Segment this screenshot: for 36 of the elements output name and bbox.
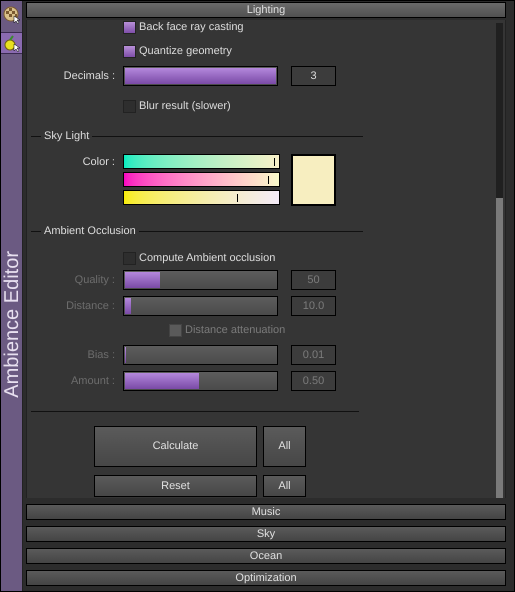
color-label: Color :: [82, 155, 115, 170]
color-slider[interactable]: [123, 190, 280, 205]
group-title: Ambient Occlusion: [43, 224, 137, 239]
checkbox[interactable]: [123, 44, 136, 58]
checkered-ball-icon: [2, 6, 20, 24]
checkbox[interactable]: [123, 20, 136, 34]
slider-label: Decimals :: [62, 68, 115, 84]
sidebar-tab[interactable]: [1, 32, 22, 54]
sidebar-tab[interactable]: [1, 4, 22, 26]
slider-track[interactable]: [123, 270, 278, 290]
section-header[interactable]: Ocean: [26, 548, 506, 564]
action-button[interactable]: Reset: [94, 475, 257, 497]
all-button[interactable]: All: [263, 475, 306, 497]
color-slider[interactable]: [123, 154, 280, 169]
color-swatch[interactable]: [291, 154, 336, 206]
slider-track[interactable]: [123, 296, 278, 316]
section-header[interactable]: Sky: [26, 526, 506, 542]
checkbox-label: Back face ray casting: [139, 20, 244, 35]
checkbox-label: Distance attenuation: [185, 322, 286, 338]
action-button[interactable]: Calculate: [94, 426, 257, 467]
checkbox-label: Compute Ambient occlusion: [139, 250, 276, 266]
scrollbar[interactable]: [496, 23, 503, 498]
checkbox-label: Blur result (slower): [139, 98, 231, 114]
section-header[interactable]: Optimization: [26, 570, 506, 586]
sidebar-title: Ambience Editor: [1, 250, 22, 398]
section-header[interactable]: Music: [26, 504, 506, 520]
scrollbar-thumb[interactable]: [496, 198, 503, 498]
pear-icon: [2, 34, 20, 52]
all-button[interactable]: All: [263, 426, 306, 467]
slider-track[interactable]: [123, 345, 278, 365]
color-slider[interactable]: [123, 172, 280, 187]
slider-track[interactable]: [123, 371, 278, 391]
section-header[interactable]: Lighting: [26, 2, 506, 18]
group-title: Sky Light: [43, 128, 90, 144]
checkbox-label: Quantize geometry: [139, 44, 232, 59]
value-field[interactable]: 3: [291, 66, 336, 86]
